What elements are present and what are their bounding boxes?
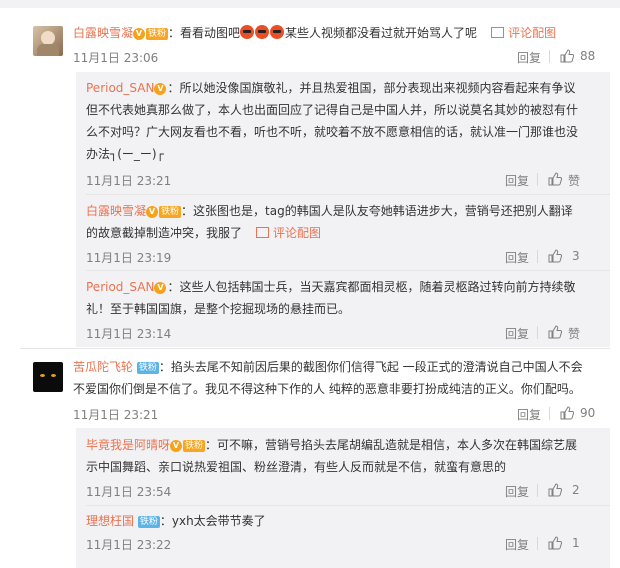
reply-time: 11月1日 23:54 bbox=[86, 485, 172, 499]
like-count: 2 bbox=[572, 483, 580, 497]
reply-button[interactable]: 回复 bbox=[505, 325, 529, 342]
thumbs-up-icon[interactable] bbox=[548, 172, 562, 186]
thumbs-up-icon[interactable] bbox=[548, 536, 562, 550]
avatar[interactable] bbox=[33, 26, 63, 56]
reply-button[interactable]: 回复 bbox=[505, 483, 529, 500]
reply-text-line: ：这张图也是，tag的韩国人是队友夸她韩语进步大，营销号还把别人翻译 bbox=[181, 204, 573, 218]
vip-icon: V bbox=[133, 28, 146, 40]
reply-text-line: 礼！至于韩国国旗，是整个挖掘现场的悬挂而已。 bbox=[86, 302, 351, 316]
fan-badge: 铁粉 bbox=[137, 516, 160, 528]
comment-text: 白露映雪凝 V 铁粉 ：看看动图吧 某些人视频都没看过就开始骂人了呢 评论配图 bbox=[73, 22, 556, 44]
like-count: 3 bbox=[572, 249, 580, 263]
divider bbox=[537, 484, 538, 497]
row-divider bbox=[86, 194, 610, 195]
image-icon bbox=[491, 27, 505, 38]
vip-icon: V bbox=[154, 282, 167, 294]
comment-time: 11月1日 23:06 bbox=[73, 51, 159, 65]
reply-text-line: 的故意截掉制造冲突，我服了 bbox=[86, 226, 243, 240]
like-count: 1 bbox=[572, 536, 580, 550]
reply-text-line: ：可不嘛，营销号掐头去尾胡编乱造就是相信，本人多次在韩国综艺展 bbox=[205, 438, 578, 452]
reply-time: 11月1日 23:19 bbox=[86, 251, 172, 265]
image-icon bbox=[256, 227, 270, 238]
vip-icon: V bbox=[154, 83, 167, 95]
top-divider bbox=[0, 0, 620, 8]
comment-thread: 白露映雪凝 V 铁粉 ：看看动图吧 某些人视频都没看过就开始骂人了呢 评论配图 11月1日… bbox=[0, 0, 620, 568]
angry-emoji-icon bbox=[240, 25, 255, 39]
comment-image-label: 评论配图 bbox=[273, 226, 322, 240]
comment-time: 11月1日 23:21 bbox=[73, 408, 159, 422]
reply-text: Period_SAN V ：这些人包括韩国士兵，当天嘉宾都面相灵柩，随着灵柩路过转向… bbox=[86, 276, 606, 320]
reply-text-line: ：yxh太会带节奏了 bbox=[159, 514, 266, 528]
thumbs-up-icon[interactable] bbox=[548, 483, 562, 497]
fan-badge: 铁粉 bbox=[159, 206, 182, 218]
like-label[interactable]: 赞 bbox=[568, 325, 580, 342]
angry-emoji-icon bbox=[270, 25, 285, 39]
avatar[interactable] bbox=[33, 362, 63, 392]
reply-author[interactable]: 理想枉国 bbox=[86, 514, 134, 528]
divider bbox=[537, 250, 538, 263]
row-divider bbox=[86, 505, 610, 506]
reply-text-line: 办法┐(ー_ー)┌ bbox=[86, 147, 164, 161]
comment-divider bbox=[20, 348, 610, 349]
reply-text: 毕竟我是阿晴呀 V 铁粉 ：可不嘛，营销号掐头去尾胡编乱造就是相信，本人多次在韩国综艺… bbox=[86, 434, 606, 478]
vip-icon: V bbox=[170, 440, 183, 452]
comment-author[interactable]: 白露映雪凝 bbox=[73, 26, 133, 40]
thumbs-up-icon[interactable] bbox=[548, 249, 562, 263]
reply-text-line: ：所以她没像国旗敬礼，并且热爱祖国，部分表现出来视频内容看起来有争议 bbox=[167, 81, 576, 95]
comment-text: 苦瓜陀飞轮 铁粉 ：掐头去尾不知前因后果的截图你们信得飞起 一段正式的澄清说自己中… bbox=[73, 356, 613, 400]
reply-button[interactable]: 回复 bbox=[505, 249, 529, 266]
reply-time: 11月1日 23:22 bbox=[86, 538, 172, 552]
thumbs-up-icon[interactable] bbox=[560, 406, 574, 420]
like-count: 90 bbox=[580, 406, 596, 420]
angry-emoji-icon bbox=[255, 25, 270, 39]
comment-text-line: ：掐头去尾不知前因后果的截图你们信得飞起 一段正式的澄清说自己中国人不会 bbox=[158, 360, 583, 374]
divider bbox=[537, 326, 538, 339]
reply-author[interactable]: 白露映雪凝 bbox=[86, 204, 146, 218]
reply-button[interactable]: 回复 bbox=[505, 536, 529, 553]
divider bbox=[549, 407, 550, 420]
thumbs-up-icon[interactable] bbox=[560, 49, 574, 63]
reply-text-line: 么不对吗？广大网友看也不看，听也不听，就咬着不放不愿意相信的话，就认准一门那谁也… bbox=[86, 125, 579, 139]
reply-author[interactable]: Period_SAN bbox=[86, 280, 154, 294]
reply-text-line: 但不代表她真那么做了，本人也出面回应了记得自己是中国人并，所以说莫名其妙的被怼有… bbox=[86, 103, 579, 117]
comment-image-label: 评论配图 bbox=[508, 26, 557, 40]
reply-text: Period_SAN V ：所以她没像国旗敬礼，并且热爱祖国，部分表现出来视频内容看… bbox=[86, 77, 606, 165]
row-divider bbox=[86, 270, 610, 271]
reply-author[interactable]: Period_SAN bbox=[86, 81, 154, 95]
comment-image-link[interactable]: 评论配图 bbox=[256, 226, 321, 240]
comment-text-line: 不爱国你们倒是不信了。我见不得这种下作的人 纯粹的恶意非要打扮成纯洁的正义。你们… bbox=[73, 382, 581, 396]
like-label[interactable]: 赞 bbox=[568, 172, 580, 189]
vip-icon: V bbox=[146, 206, 159, 218]
divider bbox=[537, 537, 538, 550]
reply-text: 理想枉国 铁粉 ：yxh太会带节奏了 bbox=[86, 510, 606, 532]
reply-time: 11月1日 23:14 bbox=[86, 327, 172, 341]
comment-image-link[interactable]: 评论配图 bbox=[491, 26, 556, 40]
reply-text-line: ：这些人包括韩国士兵，当天嘉宾都面相灵柩，随着灵柩路过转向前方持续敬 bbox=[167, 280, 576, 294]
divider bbox=[537, 173, 538, 186]
reply-time: 11月1日 23:21 bbox=[86, 174, 172, 188]
reply-text: 白露映雪凝 V 铁粉 ：这张图也是，tag的韩国人是队友夸她韩语进步大，营销号还把别人… bbox=[86, 200, 606, 244]
comment-author[interactable]: 苦瓜陀飞轮 bbox=[73, 360, 133, 374]
reply-button[interactable]: 回复 bbox=[517, 49, 541, 66]
reply-text-line: 示中国舞蹈、亲口说热爱祖国、粉丝澄清，有些人反而就是不信，就蛮有意思的 bbox=[86, 460, 507, 474]
fan-badge: 铁粉 bbox=[146, 28, 169, 40]
comment-text-part: 某些人视频都没看过就开始骂人了呢 bbox=[285, 26, 478, 40]
fan-badge: 铁粉 bbox=[183, 440, 206, 452]
reply-button[interactable]: 回复 bbox=[517, 406, 541, 423]
thumbs-up-icon[interactable] bbox=[548, 325, 562, 339]
reply-author[interactable]: 毕竟我是阿晴呀 bbox=[86, 438, 170, 452]
divider bbox=[549, 50, 550, 63]
comment-text-part: ：看看动图吧 bbox=[168, 26, 241, 40]
like-count: 88 bbox=[580, 49, 596, 63]
fan-badge: 铁粉 bbox=[136, 362, 159, 374]
reply-button[interactable]: 回复 bbox=[505, 172, 529, 189]
